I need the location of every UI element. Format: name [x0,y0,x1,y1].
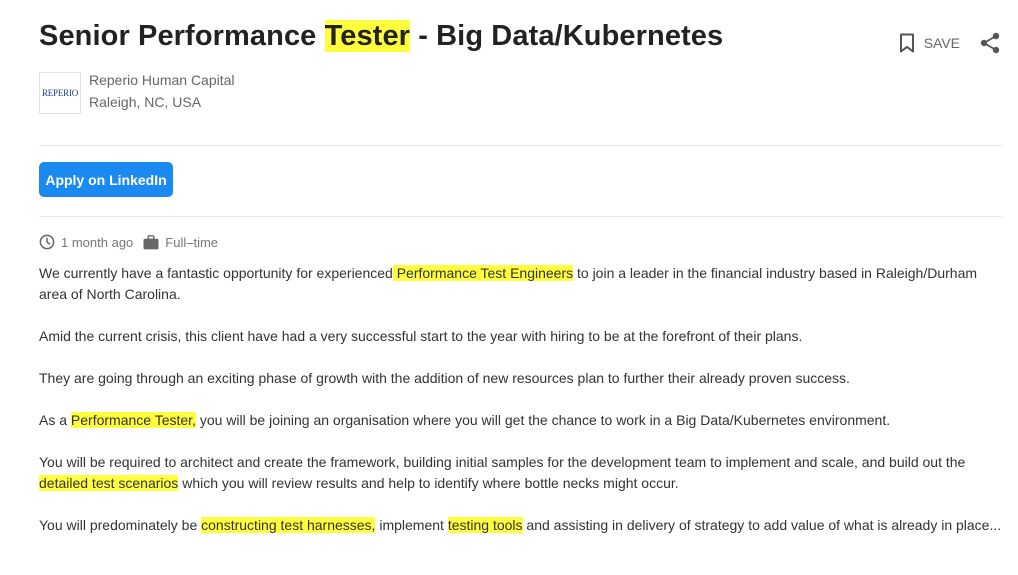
highlighted-text: constructing test harnesses, [201,517,376,533]
highlighted-text: Performance Tester, [70,412,196,428]
save-button[interactable]: SAVE [899,33,960,53]
share-button[interactable] [980,32,1000,54]
description-paragraph: You will be required to architect and cr… [39,452,1004,494]
divider-top [39,145,1002,146]
job-meta: 1 month ago Full–time [39,234,218,250]
job-description: We currently have a fantastic opportunit… [39,263,1004,557]
job-title-highlight: Tester [324,20,411,52]
apply-linkedin-button[interactable]: Apply on LinkedIn [39,162,173,197]
save-label: SAVE [923,35,960,51]
posted-time: 1 month ago [61,234,134,250]
briefcase-icon [143,234,159,249]
description-text: You will predominately be [39,517,202,533]
description-text: As a [39,412,71,428]
description-text: you will be joining an organisation wher… [195,412,891,428]
description-text: and assisting in delivery of strategy to… [522,517,1002,533]
bookmark-icon [899,33,914,53]
highlighted-text: detailed test scenarios [39,475,179,491]
job-title-text-suffix: - Big Data/Kubernetes [410,20,724,52]
job-title-text: Senior Performance [39,20,325,52]
highlighted-text: testing tools [447,517,523,533]
job-location: Raleigh, NC, USA [89,94,202,110]
company-logo-text: REPERIO [41,88,79,98]
highlighted-text: Performance Test Engineers [392,265,574,281]
description-paragraph: You will predominately be constructing t… [39,515,1004,536]
job-type: Full–time [165,234,219,250]
company-name[interactable]: Reperio Human Capital [89,72,235,88]
description-paragraph: They are going through an exciting phase… [39,370,850,386]
job-title: Senior Performance Tester - Big Data/Kub… [39,20,723,53]
description-text: implement [375,517,448,533]
share-icon [980,32,1000,54]
description-text: We currently have a fantastic opportunit… [39,265,393,281]
description-text: which you will review results and help t… [178,475,679,491]
company-logo: REPERIO [39,72,81,114]
divider-bottom [39,216,1002,217]
description-paragraph: As a Performance Tester, you will be joi… [39,410,1004,431]
description-paragraph: Amid the current crisis, this client hav… [39,328,803,344]
description-text: You will be required to architect and cr… [39,454,966,470]
job-actions: SAVE [899,32,1000,54]
clock-icon [39,234,55,250]
description-paragraph: We currently have a fantastic opportunit… [39,263,1004,305]
